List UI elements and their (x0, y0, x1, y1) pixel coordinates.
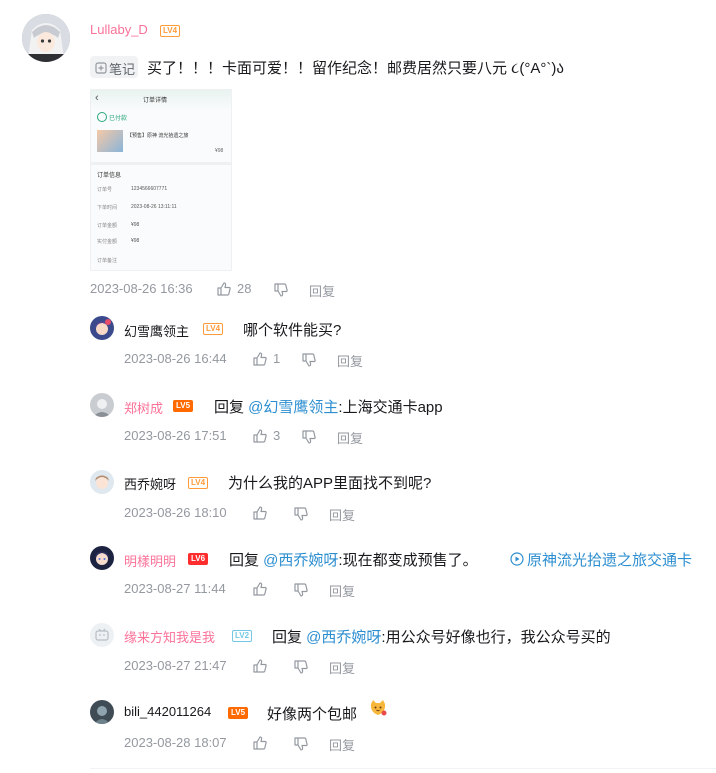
mention-link[interactable]: @西乔婉呀 (306, 629, 381, 646)
thumbs-up-icon[interactable] (252, 581, 268, 602)
thumbs-up-icon[interactable] (252, 735, 268, 756)
timestamp: 2023-08-27 11:44 (124, 581, 226, 596)
timestamp: 2023-08-26 16:36 (90, 281, 193, 296)
username[interactable]: 明樣明明 (124, 551, 176, 570)
reply-button[interactable]: 回复 (329, 735, 355, 754)
product-title: 【预售】原神 流光拾遗之旅 (127, 133, 189, 139)
thumbs-up-icon[interactable] (252, 351, 268, 372)
avatar[interactable] (90, 700, 114, 724)
username[interactable]: 幻雪鹰领主 (124, 321, 189, 340)
level-badge: LV5 (173, 400, 194, 412)
reply-body: 哪个软件能买? (243, 322, 342, 339)
row-value: ¥98 (131, 222, 140, 228)
thumbs-up-icon[interactable] (252, 505, 268, 526)
reply-button[interactable]: 回复 (329, 581, 355, 600)
thumbs-down-icon[interactable] (273, 282, 289, 303)
divider (90, 768, 716, 769)
product-thumb (97, 130, 123, 152)
reply-prefix: 回复 (272, 629, 307, 646)
username[interactable]: 缘来方知我是我 (124, 627, 215, 646)
reply-text: 哪个软件能买? (243, 319, 341, 340)
comment-text: 买了！！！卡面可爱！！留作纪念！邮费居然只要八元 ૮(°A°`)ა (147, 60, 565, 77)
thumbs-up-icon[interactable] (252, 658, 268, 679)
timestamp: 2023-08-27 21:47 (124, 658, 227, 673)
like-count: 28 (237, 281, 252, 296)
image-footer: 订单备注 (97, 258, 118, 264)
level-badge: LV5 (228, 707, 249, 719)
level-badge: LV4 (188, 477, 209, 489)
reply-button[interactable]: 回复 (329, 505, 355, 524)
avatar[interactable] (90, 623, 114, 647)
check-icon (97, 112, 107, 122)
like-count: 1 (273, 351, 281, 366)
reply-prefix: 回复 (229, 552, 264, 569)
timestamp: 2023-08-28 18:07 (124, 735, 227, 750)
username[interactable]: bili_442011264 (124, 704, 211, 719)
level-badge: LV2 (232, 630, 253, 642)
video-link[interactable]: 原神流光拾遗之旅交通卡 (527, 549, 692, 570)
like-count: 3 (273, 428, 281, 443)
reply-text: 为什么我的APP里面找不到呢? (228, 472, 431, 493)
play-circle-icon (510, 552, 524, 571)
avatar-image (22, 14, 70, 62)
row-label: 订单号 (97, 187, 113, 193)
thumbs-up-icon[interactable] (216, 281, 232, 302)
avatar[interactable] (22, 14, 70, 62)
thumbs-down-icon[interactable] (301, 429, 317, 450)
row-label: 下单时间 (97, 205, 118, 211)
thumbs-up-icon[interactable] (252, 428, 268, 449)
cat-emoji-icon (368, 698, 388, 723)
timestamp: 2023-08-26 17:51 (124, 428, 227, 443)
avatar[interactable] (90, 546, 114, 570)
thumbs-down-icon[interactable] (301, 352, 317, 373)
reply-body: :用公众号好像也行，我公众号买的 (381, 629, 611, 646)
avatar[interactable] (90, 470, 114, 494)
image-divider (91, 162, 231, 165)
avatar[interactable] (90, 316, 114, 340)
image-status: 已付款 (109, 116, 128, 122)
timestamp: 2023-08-26 18:10 (124, 505, 227, 520)
mention-link[interactable]: @幻雪鹰领主 (248, 399, 338, 416)
timestamp: 2023-08-26 16:44 (124, 351, 227, 366)
reply-button[interactable]: 回复 (337, 351, 363, 370)
row-value: 2023-08-26 13:11:11 (131, 204, 177, 210)
reply-text: 好像两个包邮 (267, 703, 357, 724)
level-badge: LV6 (188, 553, 209, 565)
level-badge: LV4 (203, 323, 224, 335)
username[interactable]: 西乔婉呀 (124, 474, 176, 493)
thumbs-down-icon[interactable] (293, 736, 309, 757)
thumbs-down-icon[interactable] (293, 659, 309, 680)
reply-button[interactable]: 回复 (329, 658, 355, 677)
back-arrow-icon: ‹ (95, 92, 99, 104)
reply-text: 回复 @幻雪鹰领主:上海交通卡app (214, 396, 443, 417)
reply-text: 回复 @西乔婉呀:用公众号好像也行，我公众号买的 (272, 626, 611, 647)
row-value: 1234566607771 (131, 186, 168, 192)
reply-body: :现在都变成预售了。 (338, 552, 478, 569)
row-value: ¥98 (131, 238, 140, 244)
reply-body: :上海交通卡app (338, 399, 443, 416)
thumbs-down-icon[interactable] (293, 506, 309, 527)
reply-text: 回复 @西乔婉呀:现在都变成预售了。 (229, 549, 478, 570)
reply-button[interactable]: 回复 (337, 428, 363, 447)
product-price: ¥98 (215, 148, 224, 154)
thumbs-down-icon[interactable] (293, 582, 309, 603)
row-label: 实付金额 (97, 239, 118, 245)
image-header-title: 订单详情 (143, 98, 168, 104)
reply-button[interactable]: 回复 (309, 281, 335, 300)
note-icon (95, 61, 107, 79)
reply-prefix: 回复 (214, 399, 249, 416)
row-label: 订单金额 (97, 223, 118, 229)
reply-body: 好像两个包邮 (267, 706, 358, 723)
level-badge: LV4 (160, 25, 181, 37)
note-tag-label: 笔记 (109, 62, 136, 77)
mention-link[interactable]: @西乔婉呀 (263, 552, 338, 569)
avatar[interactable] (90, 393, 114, 417)
attached-image[interactable]: ‹ 订单详情 已付款 【预售】原神 流光拾遗之旅 ¥98 订单信息 订单号 12… (90, 89, 232, 271)
username[interactable]: 郑树成 (124, 398, 163, 417)
username[interactable]: Lullaby_D (90, 22, 148, 37)
section-title: 订单信息 (97, 173, 122, 179)
reply-body: 为什么我的APP里面找不到呢? (228, 475, 432, 492)
